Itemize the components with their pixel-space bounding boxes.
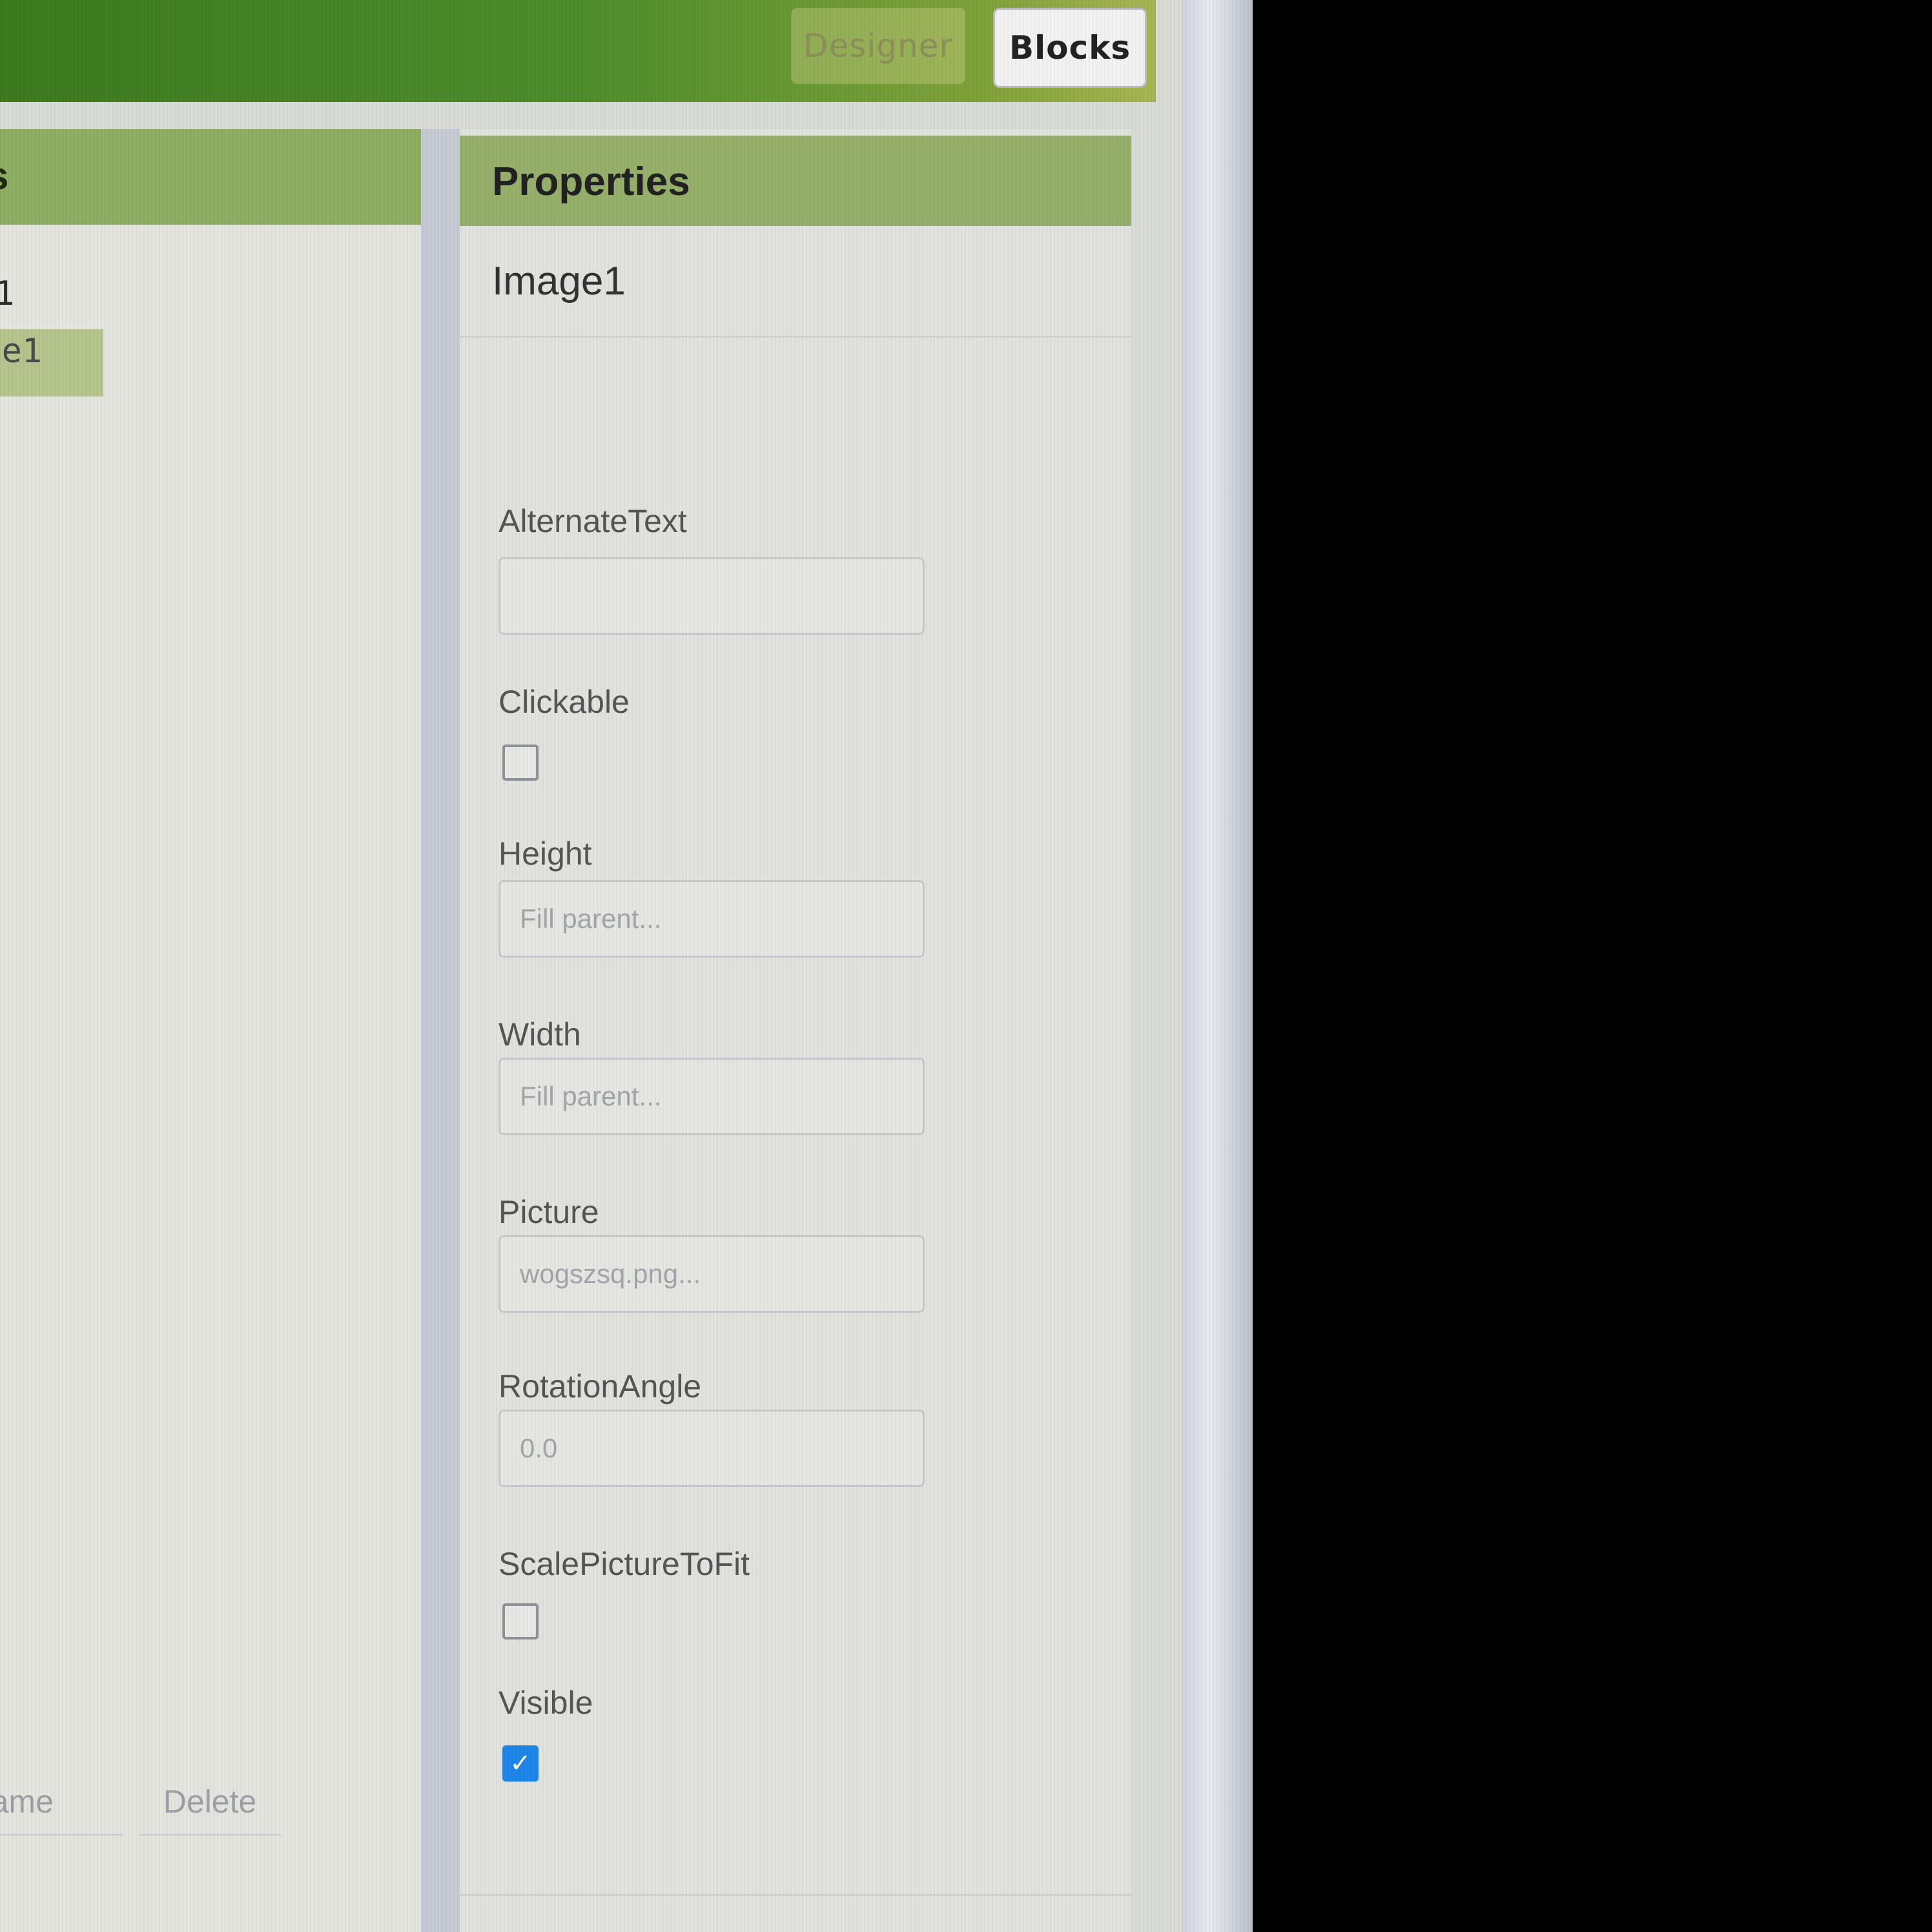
clickable-checkbox[interactable] [502,745,539,781]
monitor-bezel [1182,0,1253,1932]
scale-picture-to-fit-checkbox[interactable] [502,1603,539,1639]
properties-list: AlternateText Clickable Height Fill pare… [460,336,1131,1896]
rename-button[interactable]: ename [0,1769,123,1836]
component-tree-item[interactable]: n1 [0,274,15,313]
picture-label: Picture [498,1194,599,1230]
selected-component-name: Image1 [492,259,626,303]
designer-button[interactable]: Designer [791,8,965,84]
scale-picture-to-fit-label: ScalePictureToFit [498,1546,750,1582]
top-toolbar: Designer Blocks [0,0,1156,102]
blocks-button[interactable]: Blocks [993,8,1147,88]
components-actions: ename Delete [0,1769,421,1840]
width-field[interactable]: Fill parent... [498,1058,925,1135]
component-tree-item-selected[interactable]: age1 [0,329,103,396]
width-label: Width [498,1016,581,1053]
delete-button[interactable]: Delete [139,1769,281,1836]
clickable-label: Clickable [498,684,630,720]
picture-field[interactable]: wogszsq.png... [498,1235,925,1313]
components-panel: s n1 age1 ename Delete [0,129,421,1932]
alternate-text-label: AlternateText [498,503,687,539]
panel-divider[interactable] [421,129,460,1932]
components-header-label: s [0,154,8,198]
monitor-screen: Designer Blocks s n1 age1 ename Delete P… [0,0,1253,1932]
height-field[interactable]: Fill parent... [498,880,925,958]
rotation-angle-label: RotationAngle [498,1368,702,1404]
height-label: Height [498,836,592,872]
rotation-angle-field[interactable]: 0.0 [498,1410,925,1487]
properties-panel: Properties Image1 AlternateText Clickabl… [460,129,1131,1932]
components-header: s [0,129,421,225]
visible-checkbox[interactable]: ✓ [502,1745,539,1782]
alternate-text-field[interactable] [498,557,925,635]
properties-header: Properties [460,136,1131,226]
visible-label: Visible [498,1685,593,1721]
properties-footer-divider [460,1894,1131,1896]
properties-header-label: Properties [492,159,690,204]
check-icon: ✓ [509,1749,531,1778]
